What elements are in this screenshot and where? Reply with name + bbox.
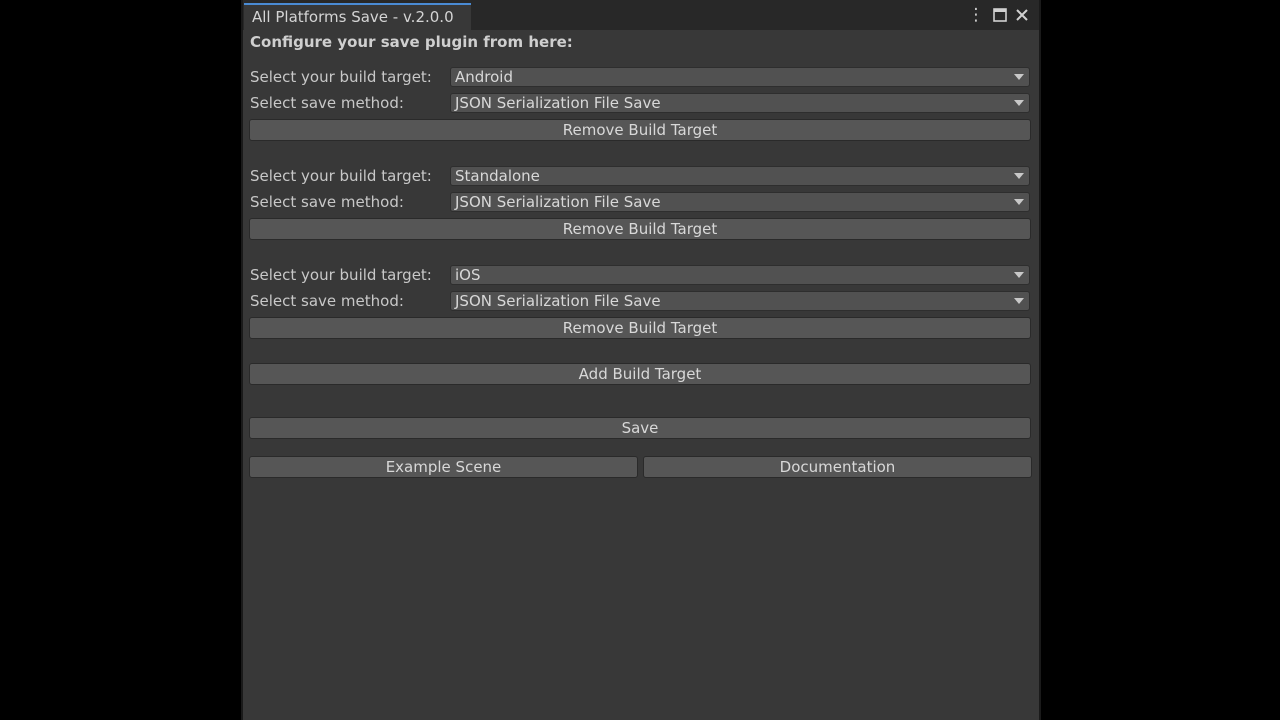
- close-icon[interactable]: [1012, 5, 1032, 25]
- save-method-dropdown[interactable]: JSON Serialization File Save: [450, 93, 1030, 113]
- save-method-dropdown[interactable]: JSON Serialization File Save: [450, 291, 1030, 311]
- save-method-dropdown[interactable]: JSON Serialization File Save: [450, 192, 1030, 212]
- save-method-label: Select save method:: [250, 193, 404, 211]
- page-title: Configure your save plugin from here:: [250, 33, 573, 51]
- build-target-label: Select your build target:: [250, 68, 432, 86]
- dropdown-arrow-icon: [1014, 199, 1024, 205]
- save-method-label: Select save method:: [250, 94, 404, 112]
- editor-window: All Platforms Save - v.2.0.0 ⋮ Configure…: [241, 0, 1041, 720]
- example-scene-button[interactable]: Example Scene: [249, 456, 638, 478]
- remove-build-target-button[interactable]: Remove Build Target: [249, 317, 1031, 339]
- build-target-dropdown[interactable]: Standalone: [450, 166, 1030, 186]
- dropdown-arrow-icon: [1014, 272, 1024, 278]
- build-target-label: Select your build target:: [250, 167, 432, 185]
- remove-build-target-button[interactable]: Remove Build Target: [249, 218, 1031, 240]
- dropdown-arrow-icon: [1014, 74, 1024, 80]
- kebab-menu-icon[interactable]: ⋮: [966, 5, 986, 25]
- build-target-value: iOS: [455, 266, 481, 284]
- build-target-dropdown[interactable]: iOS: [450, 265, 1030, 285]
- save-method-value: JSON Serialization File Save: [455, 292, 661, 310]
- add-build-target-button[interactable]: Add Build Target: [249, 363, 1031, 385]
- dropdown-arrow-icon: [1014, 100, 1024, 106]
- window-tab[interactable]: All Platforms Save - v.2.0.0: [244, 3, 471, 30]
- build-target-value: Android: [455, 68, 513, 86]
- build-target-dropdown[interactable]: Android: [450, 67, 1030, 87]
- save-button[interactable]: Save: [249, 417, 1031, 439]
- save-method-label: Select save method:: [250, 292, 404, 310]
- save-method-value: JSON Serialization File Save: [455, 193, 661, 211]
- build-target-label: Select your build target:: [250, 266, 432, 284]
- remove-build-target-button[interactable]: Remove Build Target: [249, 119, 1031, 141]
- dropdown-arrow-icon: [1014, 298, 1024, 304]
- maximize-icon[interactable]: [990, 5, 1010, 25]
- build-target-value: Standalone: [455, 167, 540, 185]
- window-titlebar: All Platforms Save - v.2.0.0 ⋮: [243, 0, 1039, 30]
- save-method-value: JSON Serialization File Save: [455, 94, 661, 112]
- documentation-button[interactable]: Documentation: [643, 456, 1032, 478]
- dropdown-arrow-icon: [1014, 173, 1024, 179]
